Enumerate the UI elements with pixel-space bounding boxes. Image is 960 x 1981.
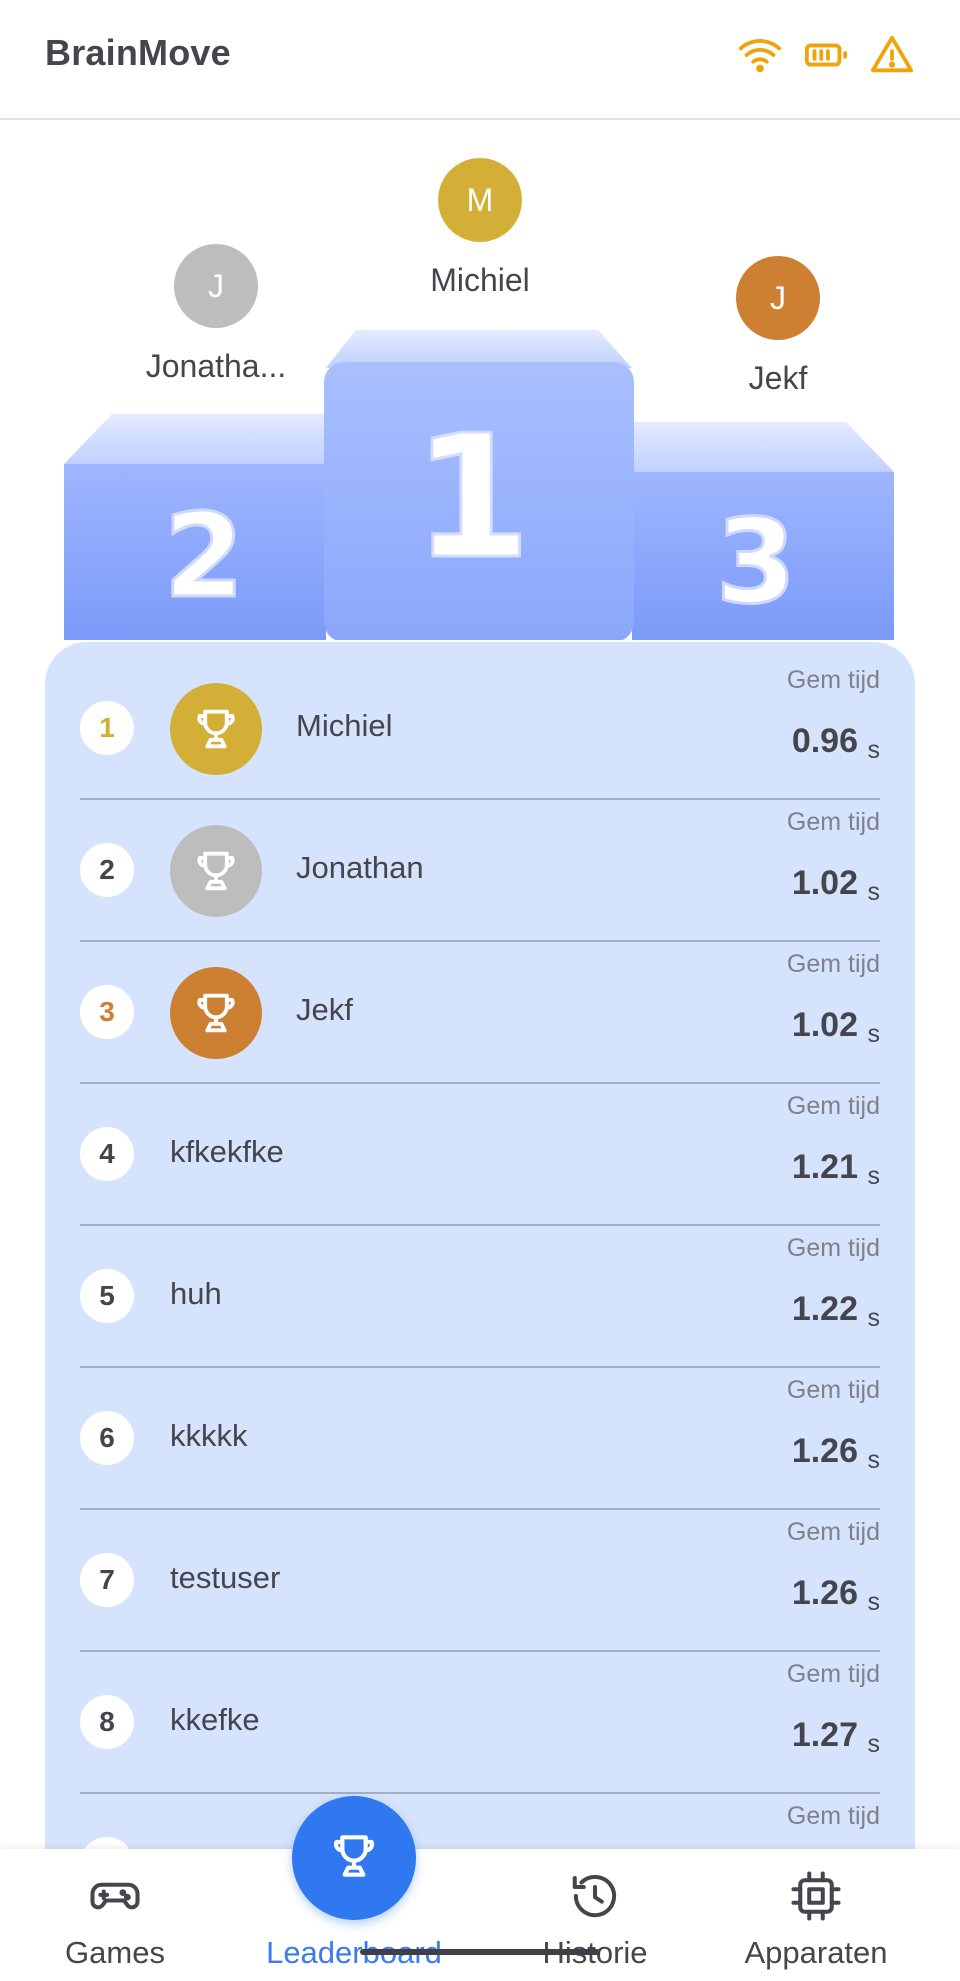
avg-time-value: 1.26	[791, 1574, 858, 1612]
time-unit: s	[867, 1730, 881, 1758]
leaderboard-fab-button[interactable]	[292, 1796, 416, 1920]
gamepad-icon	[88, 1869, 142, 1923]
player-name: kkkkk	[170, 1418, 248, 1453]
time-unit: s	[867, 736, 881, 764]
rank-badge: 7	[80, 1553, 134, 1607]
avg-time-label: Gem tijd	[786, 808, 880, 836]
avg-time-value: 1.22	[791, 1290, 858, 1328]
podium-third-top	[634, 422, 894, 472]
history-icon	[568, 1869, 622, 1923]
nav-item-games[interactable]: Games	[40, 1849, 190, 1981]
podium-third-number: 3	[716, 495, 797, 630]
rank-badge: 1	[80, 701, 134, 755]
leaderboard-row[interactable]: 8 kkefke Gem tijd 1.27 s	[80, 1652, 880, 1794]
podium-third-avatar[interactable]: J	[736, 256, 820, 340]
player-name: Michiel	[296, 708, 393, 743]
leaderboard-row[interactable]: 7 testuser Gem tijd 1.26 s	[80, 1510, 880, 1652]
avg-time-value: 1.26	[791, 1432, 858, 1470]
player-name: testuser	[170, 1560, 281, 1595]
avg-time-label: Gem tijd	[786, 666, 880, 694]
time-unit: s	[867, 1588, 881, 1616]
app-header: BrainMove	[0, 0, 960, 120]
rank-badge: 3	[80, 985, 134, 1039]
player-name: huh	[170, 1276, 222, 1311]
time-unit: s	[867, 878, 881, 906]
wifi-icon[interactable]	[737, 32, 783, 78]
avg-time-value: 1.02	[791, 864, 858, 902]
leaderboard-row[interactable]: 3 Jekf Gem tijd 1.02 s	[80, 942, 880, 1084]
podium-first-avatar[interactable]: M	[438, 158, 522, 242]
player-name: kfkekfke	[170, 1134, 284, 1169]
avg-time-value: 1.21	[791, 1148, 858, 1186]
avg-time-value: 1.02	[791, 1006, 858, 1044]
player-name: Jekf	[296, 992, 353, 1027]
trophy-icon	[170, 967, 262, 1059]
avg-time-label: Gem tijd	[786, 1802, 880, 1830]
rank-badge: 8	[80, 1695, 134, 1749]
status-icons	[737, 32, 915, 78]
player-name: Jonathan	[296, 850, 424, 885]
podium-third-name: Jekf	[748, 360, 808, 396]
avg-time-label: Gem tijd	[786, 1234, 880, 1262]
rank-badge: 6	[80, 1411, 134, 1465]
leaderboard-row[interactable]: 5 huh Gem tijd 1.22 s	[80, 1226, 880, 1368]
avg-time-value: 0.96	[791, 722, 858, 760]
leaderboard-row[interactable]: 2 Jonathan Gem tijd 1.02 s	[80, 800, 880, 942]
leaderboard-list[interactable]: 1 Michiel Gem tijd 0.96 s 2 Jonathan Gem…	[45, 642, 915, 1981]
battery-icon[interactable]	[803, 32, 849, 78]
chip-icon	[789, 1869, 843, 1923]
nav-label-games: Games	[65, 1935, 165, 1970]
avg-time-label: Gem tijd	[786, 1092, 880, 1120]
podium-first-number: 1	[413, 399, 531, 597]
leaderboard-row[interactable]: 4 kfkekfke Gem tijd 1.21 s	[80, 1084, 880, 1226]
app-title: BrainMove	[45, 32, 231, 73]
rank-badge: 4	[80, 1127, 134, 1181]
nav-item-historie[interactable]: Historie	[520, 1849, 670, 1981]
rank-badge: 2	[80, 843, 134, 897]
avg-time-value: 1.27	[791, 1716, 858, 1754]
avg-time-label: Gem tijd	[786, 1660, 880, 1688]
avg-time-label: Gem tijd	[786, 950, 880, 978]
leaderboard-row[interactable]: 1 Michiel Gem tijd 0.96 s	[80, 658, 880, 800]
trophy-icon	[170, 825, 262, 917]
podium-second-avatar[interactable]: J	[174, 244, 258, 328]
time-unit: s	[867, 1162, 881, 1190]
time-unit: s	[867, 1446, 881, 1474]
leaderboard-row[interactable]: 6 kkkkk Gem tijd 1.26 s	[80, 1368, 880, 1510]
podium-second-number: 2	[164, 489, 245, 624]
trophy-icon	[170, 683, 262, 775]
rank-badge: 5	[80, 1269, 134, 1323]
time-unit: s	[867, 1020, 881, 1048]
warning-icon[interactable]	[869, 32, 915, 78]
player-name: kkefke	[170, 1702, 260, 1737]
podium-second-name: Jonatha...	[145, 348, 287, 384]
bottom-navigation: Games Leaderboard Historie Apparaten	[0, 1849, 960, 1981]
time-unit: s	[867, 1304, 881, 1332]
avg-time-label: Gem tijd	[786, 1376, 880, 1404]
nav-item-apparaten[interactable]: Apparaten	[720, 1849, 912, 1981]
podium-second-top	[64, 414, 324, 464]
home-indicator[interactable]	[360, 1949, 600, 1955]
podium: 2 1 3 M Michiel J Jonatha... J Jekf	[0, 120, 960, 640]
podium-first-name: Michiel	[430, 262, 530, 298]
trophy-icon	[326, 1828, 382, 1889]
avg-time-label: Gem tijd	[786, 1518, 880, 1546]
nav-label-apparaten: Apparaten	[744, 1935, 888, 1970]
